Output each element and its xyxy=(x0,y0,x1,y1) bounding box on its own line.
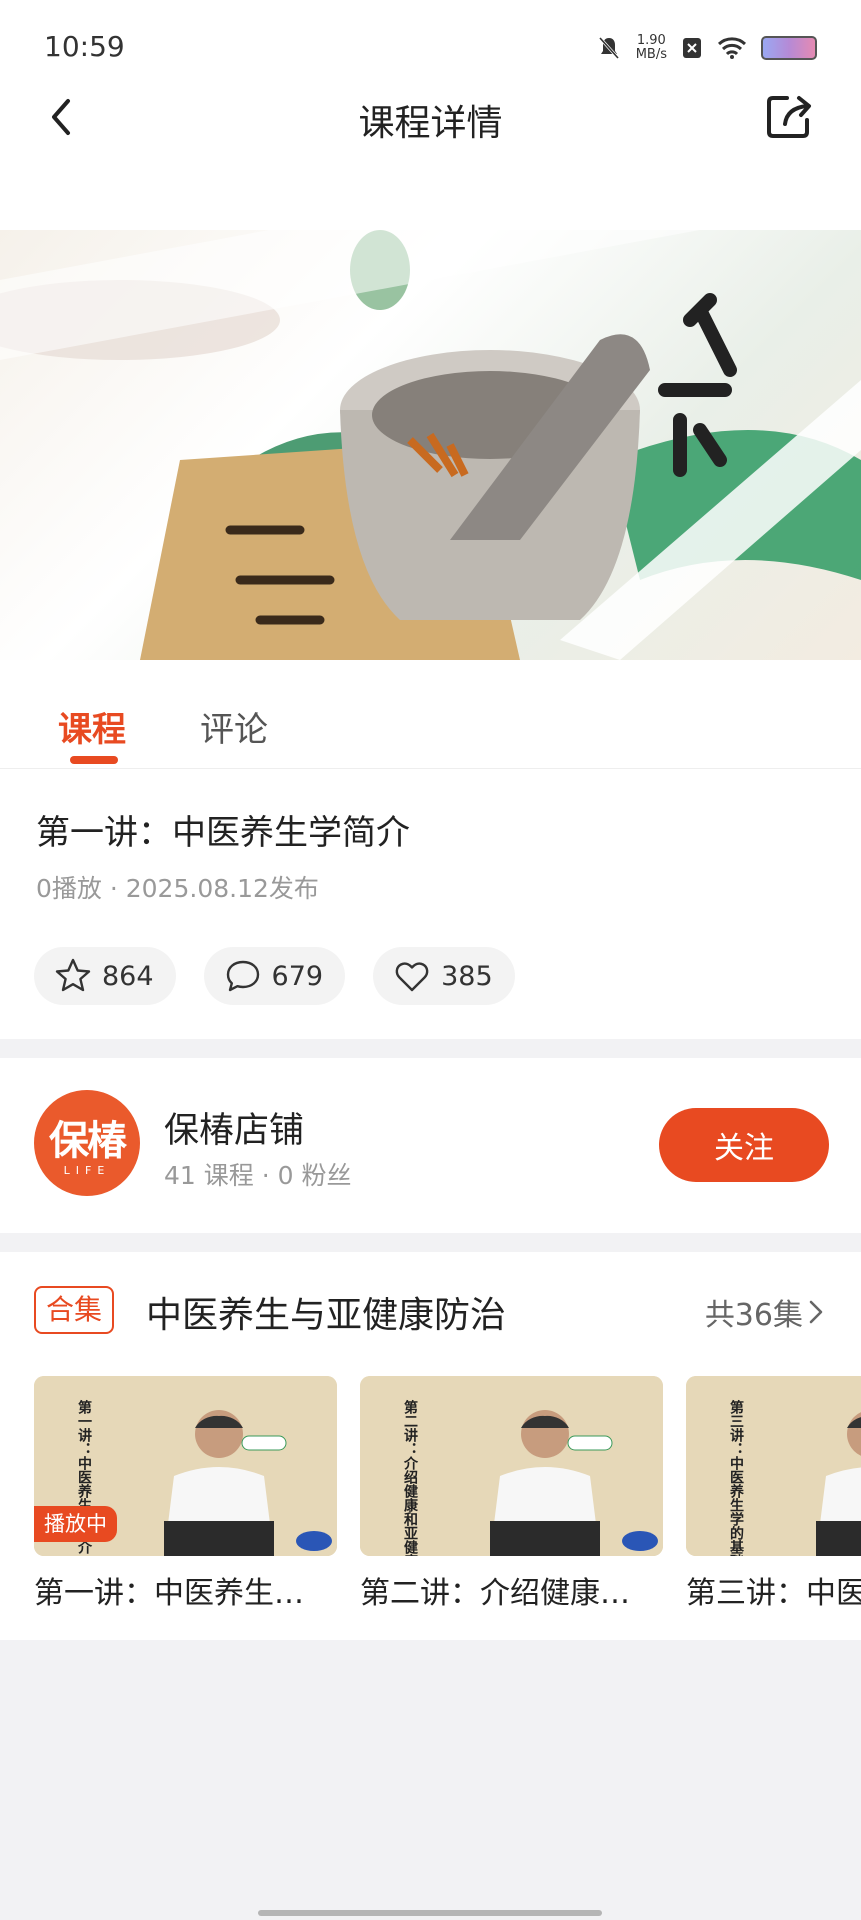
episode-thumbnail[interactable]: 第二讲：介绍健康和亚健康 xyxy=(360,1376,663,1556)
sim-off-icon xyxy=(683,38,701,58)
comment-icon xyxy=(226,960,259,992)
collection-title: 中医养生与亚健康防治 xyxy=(146,1295,507,1336)
shop-meta: 41 课程 · 0 粉丝 xyxy=(164,1161,352,1190)
episode-card[interactable]: 第二讲：介绍健康和亚健康 第二讲：介绍健康… xyxy=(360,1376,663,1612)
comment-button[interactable]: 679 xyxy=(203,947,346,1005)
episode-thumbnail[interactable]: 第三讲：中医养生学的基础理论 xyxy=(686,1376,861,1556)
now-playing-badge: 播放中 xyxy=(34,1506,117,1542)
active-tab-indicator xyxy=(70,756,118,764)
nav-bar: 课程详情 xyxy=(0,80,861,230)
favorite-count: 864 xyxy=(102,960,154,992)
cover-illustration xyxy=(0,160,861,660)
course-info-card: 第一讲：中医养生学简介 0播放 · 2025.08.12发布 864 679 3… xyxy=(0,769,861,1039)
star-icon xyxy=(55,958,91,992)
episode-caption[interactable]: 第二讲：介绍健康… xyxy=(360,1568,663,1612)
status-time: 10:59 xyxy=(44,30,125,63)
episode-card[interactable]: 第三讲：中医养生学的基础理论 第三讲：中医 xyxy=(686,1376,861,1612)
poster-text: 第三讲：中医养生学的基础理论 xyxy=(728,1399,745,1556)
episode-poster: 第二讲：介绍健康和亚健康 xyxy=(360,1376,663,1556)
chevron-right-icon xyxy=(809,1300,823,1324)
status-bar: 10:59 1.90 MB/s xyxy=(0,0,861,80)
favorite-button[interactable]: 864 xyxy=(34,947,176,1005)
episode-caption[interactable]: 第三讲：中医 xyxy=(686,1568,861,1612)
heart-icon xyxy=(395,962,429,992)
mute-bell-icon xyxy=(598,36,619,60)
page-title: 课程详情 xyxy=(358,103,503,144)
collection-section: 合集 中医养生与亚健康防治 共36集 第一讲：中医养生学简介 播放中 第一讲：中… xyxy=(0,1252,861,1640)
follow-button[interactable]: 关注 xyxy=(659,1108,829,1182)
course-title: 第一讲：中医养生学简介 xyxy=(36,813,410,853)
home-indicator[interactable] xyxy=(258,1910,602,1916)
shop-name[interactable]: 保椿店铺 xyxy=(164,1102,304,1153)
course-meta: 0播放 · 2025.08.12发布 xyxy=(36,874,319,903)
shop-card[interactable]: 保椿 LIFE 保椿店铺 41 课程 · 0 粉丝 关注 xyxy=(0,1058,861,1233)
share-button[interactable] xyxy=(761,88,817,144)
like-button[interactable]: 385 xyxy=(373,947,515,1005)
poster-text: 第二讲：介绍健康和亚健康 xyxy=(402,1399,419,1556)
network-speed: 1.90 MB/s xyxy=(635,33,667,62)
course-stats: 864 679 385 xyxy=(34,947,515,1005)
collection-badge: 合集 xyxy=(34,1286,115,1334)
wifi-icon xyxy=(717,37,747,59)
episode-caption[interactable]: 第一讲：中医养生… xyxy=(34,1568,337,1612)
tab-comments[interactable]: 评论 xyxy=(200,702,268,751)
episode-card[interactable]: 第一讲：中医养生学简介 播放中 第一讲：中医养生… xyxy=(34,1376,337,1612)
tab-bar: 课程 评论 xyxy=(0,660,861,769)
episode-list[interactable]: 第一讲：中医养生学简介 播放中 第一讲：中医养生… 第二讲：介绍健康和亚健康 第… xyxy=(34,1376,861,1616)
like-count: 385 xyxy=(441,960,493,992)
tab-course[interactable]: 课程 xyxy=(58,702,126,751)
shop-logo[interactable]: 保椿 LIFE xyxy=(34,1090,140,1196)
status-icons: 1.90 MB/s xyxy=(596,34,817,62)
battery-icon xyxy=(761,36,817,60)
episode-thumbnail[interactable]: 第一讲：中医养生学简介 播放中 xyxy=(34,1376,337,1556)
share-icon xyxy=(767,96,811,138)
episode-poster: 第三讲：中医养生学的基础理论 xyxy=(686,1376,861,1556)
comment-count: 679 xyxy=(271,960,324,992)
collection-count-link[interactable]: 共36集 xyxy=(705,1290,825,1334)
course-cover-image xyxy=(0,160,861,660)
